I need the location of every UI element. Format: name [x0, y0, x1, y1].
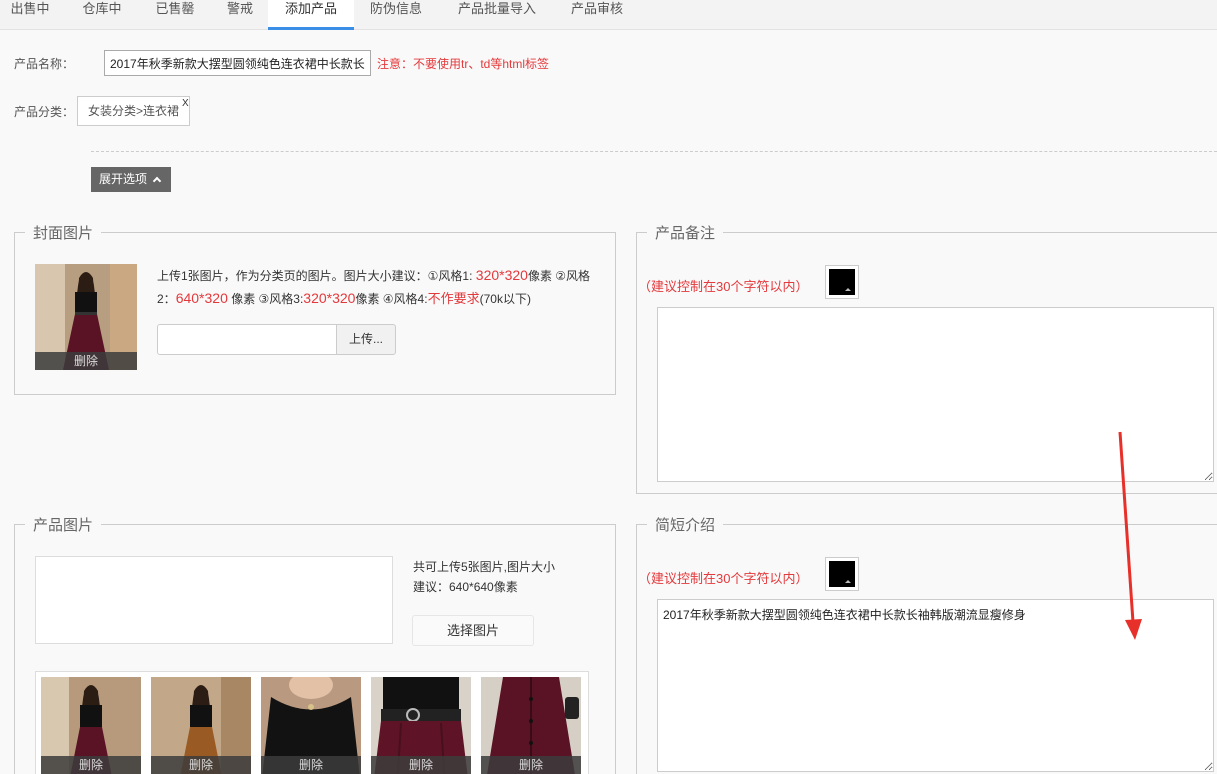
remark-textarea[interactable] — [657, 307, 1214, 482]
expand-options-button[interactable]: 展开选项 — [91, 167, 171, 192]
product-images-legend: 产品图片 — [33, 517, 94, 534]
tab-add-product[interactable]: 添加产品 — [268, 0, 354, 30]
category-remove-icon[interactable]: X — [182, 98, 189, 109]
tab-label: 防伪信息 — [369, 1, 422, 16]
gallery-item: 删除 — [151, 677, 251, 774]
cover-delete-button[interactable]: 删除 — [35, 352, 137, 370]
gallery-item: 删除 — [481, 677, 581, 774]
tab-warehouse[interactable]: 仓库中 — [72, 0, 132, 30]
tab-label: 出售中 — [10, 1, 50, 16]
short-intro-textarea[interactable]: 2017年秋季新款大摆型圆领纯色连衣裙中长款长袖韩版潮流显瘦修身 — [657, 599, 1214, 772]
gallery-delete-button[interactable]: 删除 — [481, 756, 581, 774]
image-drop-area[interactable] — [35, 556, 393, 644]
short-intro-color-picker[interactable] — [825, 557, 859, 591]
cover-desc-text: 像素 ④风格4: — [355, 292, 428, 306]
tab-warning[interactable]: 警戒 — [215, 0, 265, 30]
upload-button[interactable]: 上传... — [336, 324, 396, 355]
product-name-label: 产品名称： — [14, 57, 75, 71]
image-note-line: 建议：640*640像素 — [413, 580, 518, 594]
cover-image-legend: 封面图片 — [33, 225, 94, 242]
category-tag[interactable]: 女装分类>连衣裙 — [77, 96, 190, 126]
color-swatch-icon — [829, 269, 855, 295]
gallery-item: 删除 — [261, 677, 361, 774]
cover-thumbnail: 删除 — [35, 264, 137, 370]
cover-desc-text: 像素 ③风格3: — [227, 292, 304, 306]
gallery-item: 删除 — [371, 677, 471, 774]
remark-color-picker[interactable] — [825, 265, 859, 299]
tab-label: 已售罄 — [155, 1, 195, 16]
tab-batch-import[interactable]: 产品批量导入 — [446, 0, 548, 30]
expand-options-label: 展开选项 — [99, 172, 148, 186]
gallery-delete-button[interactable]: 删除 — [371, 756, 471, 774]
cover-size-2: 640*320 — [175, 290, 228, 306]
gallery-delete-button[interactable]: 删除 — [261, 756, 361, 774]
cover-description: 上传1张图片，作为分类页的图片。图片大小建议：①风格1: 320*320像素 ②… — [157, 264, 607, 310]
select-images-button[interactable]: 选择图片 — [412, 615, 534, 646]
gallery-item: 删除 — [41, 677, 141, 774]
product-name-input[interactable] — [104, 50, 371, 76]
product-remark-legend: 产品备注 — [655, 225, 716, 242]
tab-anti-counterfeit[interactable]: 防伪信息 — [360, 0, 432, 30]
divider — [91, 151, 1217, 152]
color-swatch-icon — [829, 561, 855, 587]
short-intro-hint: （建议控制在30个字符以内） — [638, 571, 809, 586]
remark-hint: （建议控制在30个字符以内） — [638, 279, 809, 294]
tab-label: 产品审核 — [570, 1, 623, 16]
tab-label: 警戒 — [226, 1, 253, 16]
cover-size-1: 320*320 — [475, 267, 528, 283]
cover-size-4: 不作要求 — [427, 291, 480, 306]
gallery-delete-button[interactable]: 删除 — [41, 756, 141, 774]
tab-label: 产品批量导入 — [457, 1, 536, 16]
cover-size-3: 320*320 — [303, 290, 356, 306]
tab-label: 仓库中 — [82, 1, 122, 16]
short-intro-legend: 简短介绍 — [655, 517, 716, 534]
cover-desc-text: (70k以下) — [479, 292, 531, 306]
tab-product-review[interactable]: 产品审核 — [560, 0, 634, 30]
tab-sold-out[interactable]: 已售罄 — [145, 0, 205, 30]
tab-label: 添加产品 — [284, 1, 337, 16]
product-category-label: 产品分类： — [14, 105, 75, 119]
product-name-warning: 注意：不要使用tr、td等html标签 — [377, 57, 550, 71]
gallery-delete-button[interactable]: 删除 — [151, 756, 251, 774]
image-note-line: 共可上传5张图片,图片大小 — [413, 560, 556, 574]
upload-file-field[interactable] — [157, 324, 337, 355]
image-upload-note: 共可上传5张图片,图片大小 建议：640*640像素 — [413, 557, 555, 597]
cover-desc-text: 上传1张图片，作为分类页的图片。图片大小建议：①风格1: — [157, 269, 476, 283]
tab-on-sale[interactable]: 出售中 — [0, 0, 60, 30]
tab-bar: 出售中 仓库中 已售罄 警戒 添加产品 防伪信息 产品批量导入 产品审核 — [0, 0, 1217, 30]
chevron-up-icon — [152, 176, 162, 186]
